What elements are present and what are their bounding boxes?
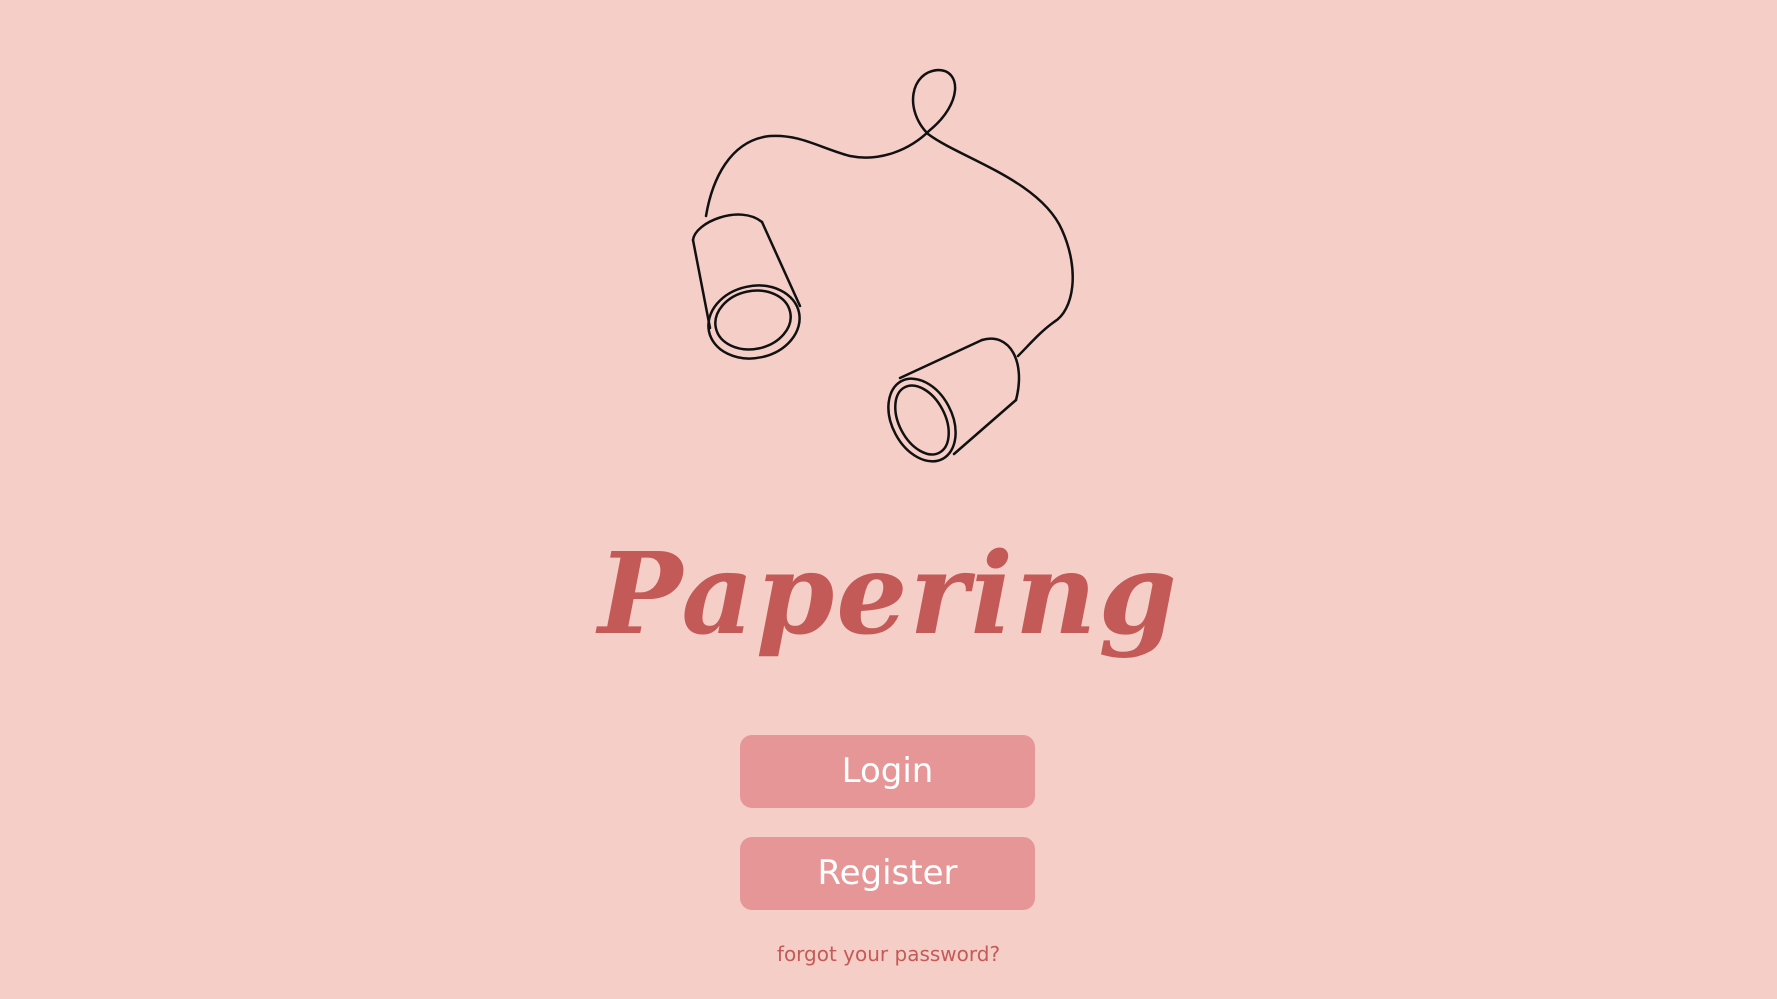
forgot-password-link[interactable]: forgot your password?: [777, 942, 1000, 966]
register-button[interactable]: Register: [740, 837, 1035, 910]
landing-page: Papering Login Register forgot your pass…: [0, 0, 1777, 999]
forgot-password-link-row: forgot your password?: [0, 942, 1777, 966]
tin-can-telephone-icon: [691, 68, 1074, 463]
app-title: Papering: [598, 529, 1179, 660]
login-button[interactable]: Login: [740, 735, 1035, 808]
